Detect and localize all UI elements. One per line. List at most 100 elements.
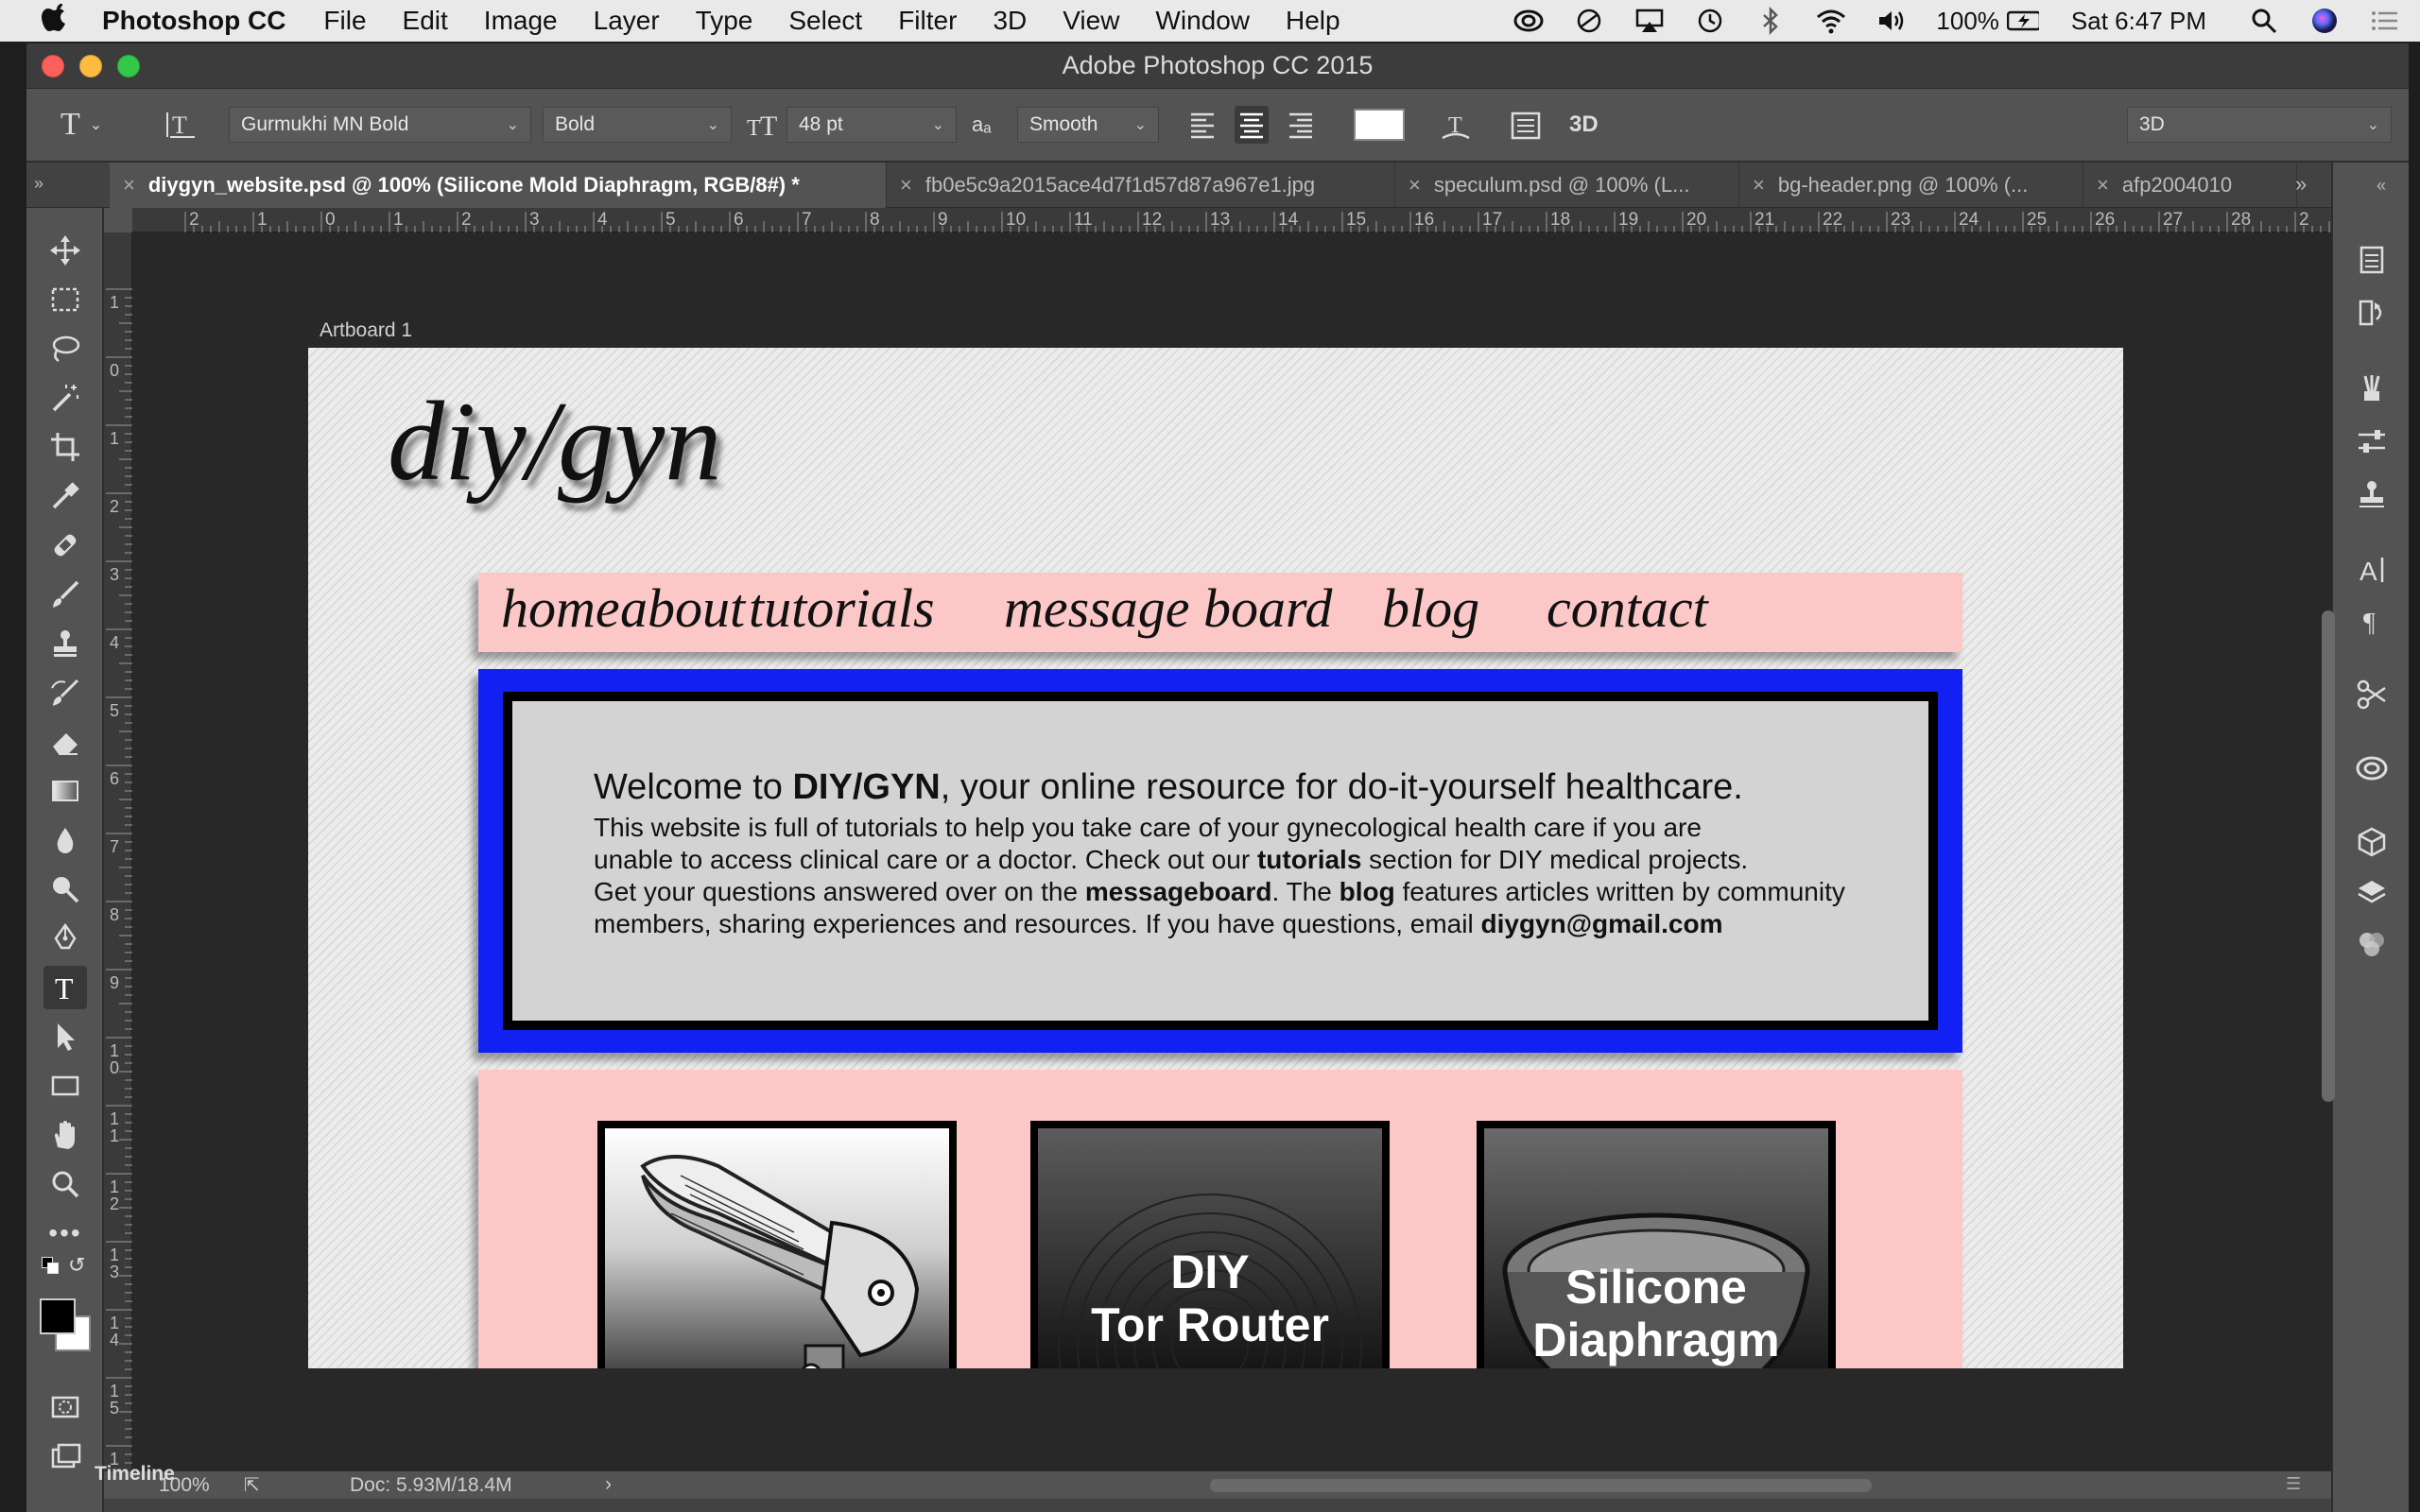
brushes-panel-button[interactable] [2350, 367, 2394, 410]
nav-about[interactable]: about [620, 576, 745, 640]
clone-stamp-tool-button[interactable] [43, 622, 87, 665]
welcome-box[interactable]: Welcome to DIY/GYN, your online resource… [478, 669, 1962, 1053]
welcome-line-3[interactable]: Get your questions answered over on the … [594, 877, 1845, 907]
libraries-panel-button[interactable] [2350, 238, 2394, 282]
site-logo[interactable]: diy/gyn [388, 376, 721, 507]
align-center-button[interactable] [1235, 106, 1269, 144]
menu-edit[interactable]: Edit [403, 6, 448, 36]
horizontal-ruler[interactable]: 2 1 0 1 2 3 4 5 6 7 8 9 10 11 12 13 14 15 16 17 18 19 20 21 22 23… [132, 208, 2356, 232]
spotlight-search-icon[interactable] [2248, 7, 2280, 35]
menu-image[interactable]: Image [484, 6, 558, 36]
welcome-line-2[interactable]: unable to access clinical care or a doct… [594, 845, 1748, 875]
tab-diygyn-website[interactable]: × diygyn_website.psd @ 100% (Silicone Mol… [110, 163, 887, 208]
collapse-panels-icon[interactable]: « [2377, 176, 2386, 196]
magic-wand-tool-button[interactable] [43, 376, 87, 420]
more-tabs-icon[interactable]: » [2295, 172, 2307, 197]
lasso-tool-button[interactable] [43, 327, 87, 370]
status-menu-arrow-icon[interactable]: › [605, 1473, 612, 1496]
clone-source-panel-button[interactable] [2350, 472, 2394, 516]
layers-panel-button[interactable] [2350, 871, 2394, 915]
nav-blog[interactable]: blog [1382, 576, 1479, 640]
tab-afp2004010[interactable]: × afp2004010 [2083, 163, 2297, 208]
screen-mode-button[interactable] [43, 1435, 87, 1478]
close-tab-icon[interactable]: × [1753, 173, 1765, 198]
timeline-menu-icon[interactable]: ☰ [2286, 1474, 2301, 1494]
font-family-dropdown[interactable]: Gurmukhi MN Bold ⌄ [229, 107, 531, 143]
tool-presets-panel-button[interactable] [2350, 673, 2394, 716]
toggle-text-orientation-button[interactable]: T [164, 106, 197, 144]
apple-menu-icon[interactable] [34, 2, 76, 41]
eraser-tool-button[interactable] [43, 720, 87, 764]
history-brush-tool-button[interactable] [43, 671, 87, 714]
menu-help[interactable]: Help [1286, 6, 1340, 36]
marquee-tool-button[interactable] [43, 278, 87, 321]
gradient-tool-button[interactable] [43, 769, 87, 813]
align-left-button[interactable] [1185, 106, 1219, 144]
tab-bg-header-png[interactable]: × bg-header.png @ 100% (... [1739, 163, 2083, 208]
wifi-icon[interactable] [1815, 7, 1847, 35]
anti-alias-dropdown[interactable]: Smooth ⌄ [1017, 107, 1159, 143]
quick-mask-button[interactable] [43, 1385, 87, 1429]
site-nav-bar[interactable]: home about tutorials message board blog … [478, 573, 1962, 652]
text-color-swatch[interactable] [1354, 106, 1405, 144]
app-menu[interactable]: Photoshop CC [102, 6, 285, 36]
product-card-silicone-diaphragm[interactable]: Silicone Diaphragm [1477, 1121, 1836, 1368]
blur-tool-button[interactable] [43, 818, 87, 862]
vertical-scrollbar[interactable] [2322, 610, 2335, 1102]
do-not-disturb-icon[interactable] [1573, 7, 1605, 35]
creative-cloud-icon[interactable] [1512, 7, 1545, 35]
properties-panel-button[interactable] [2350, 420, 2394, 463]
timeline-tab[interactable]: Timeline [95, 1463, 175, 1486]
healing-brush-tool-button[interactable] [43, 524, 87, 567]
move-tool-button[interactable] [43, 229, 87, 272]
hand-tool-button[interactable] [43, 1113, 87, 1157]
siri-icon[interactable] [2308, 7, 2341, 35]
align-right-button[interactable] [1284, 106, 1318, 144]
creative-cloud-panel-button[interactable] [2350, 747, 2394, 790]
3d-panel-button[interactable] [2350, 820, 2394, 864]
menu-filter[interactable]: Filter [898, 6, 957, 36]
vertical-ruler[interactable]: 101234567891011121314151 [104, 232, 132, 1506]
artboard-label[interactable]: Artboard 1 [320, 319, 412, 342]
close-tab-icon[interactable]: × [123, 173, 135, 198]
close-tab-icon[interactable]: × [900, 173, 912, 198]
document-canvas[interactable]: Artboard 1 diy/gyn home about tutorials … [132, 232, 2331, 1470]
clock[interactable]: Sat 6:47 PM [2071, 7, 2206, 36]
tab-speculum-psd[interactable]: × speculum.psd @ 100% (L... [1395, 163, 1739, 208]
welcome-heading[interactable]: Welcome to DIY/GYN, your online resource… [594, 767, 1743, 808]
zoom-tool-button[interactable] [43, 1162, 87, 1206]
artboard[interactable]: diy/gyn home about tutorials message boa… [308, 348, 2123, 1368]
type-tool-preset-picker[interactable]: T ⌄ [60, 106, 102, 144]
menu-layer[interactable]: Layer [594, 6, 660, 36]
menu-file[interactable]: File [323, 6, 366, 36]
notification-center-icon[interactable] [2369, 7, 2401, 35]
pen-tool-button[interactable] [43, 917, 87, 960]
eyedropper-tool-button[interactable] [43, 474, 87, 518]
airplay-icon[interactable] [1634, 7, 1666, 35]
foreground-color-swatch[interactable] [40, 1298, 76, 1334]
history-panel-button[interactable] [2350, 291, 2394, 335]
menu-type[interactable]: Type [696, 6, 753, 36]
menu-3d[interactable]: 3D [993, 6, 1027, 36]
menu-select[interactable]: Select [788, 6, 862, 36]
workspace-dropdown[interactable]: 3D ⌄ [2127, 107, 2392, 143]
edit-toolbar-button[interactable]: ••• [43, 1211, 87, 1255]
horizontal-scrollbar[interactable] [1210, 1479, 1872, 1492]
dodge-tool-button[interactable] [43, 868, 87, 911]
close-tab-icon[interactable]: × [1409, 173, 1421, 198]
menu-view[interactable]: View [1063, 6, 1119, 36]
channels-panel-button[interactable] [2350, 922, 2394, 966]
path-selection-tool-button[interactable] [43, 1015, 87, 1058]
nav-tutorials[interactable]: tutorials [749, 576, 935, 640]
close-tab-icon[interactable]: × [2097, 173, 2109, 198]
bluetooth-icon[interactable] [1754, 7, 1787, 35]
nav-home[interactable]: home [501, 576, 620, 640]
share-icon[interactable]: ⇱ [244, 1473, 260, 1497]
swap-colors-icon[interactable]: ↺ [68, 1253, 85, 1278]
products-section[interactable]: DIY Tor Router Silicone Diaphragm [478, 1070, 1962, 1368]
font-style-dropdown[interactable]: Bold ⌄ [543, 107, 732, 143]
paragraph-panel-button[interactable]: ¶ [2350, 599, 2394, 643]
nav-contact[interactable]: contact [1547, 576, 1708, 640]
product-card-tor-router[interactable]: DIY Tor Router [1030, 1121, 1390, 1368]
tab-fb0e5c9a-jpg[interactable]: × fb0e5c9a2015ace4d7f1d57d87a967e1.jpg [887, 163, 1395, 208]
